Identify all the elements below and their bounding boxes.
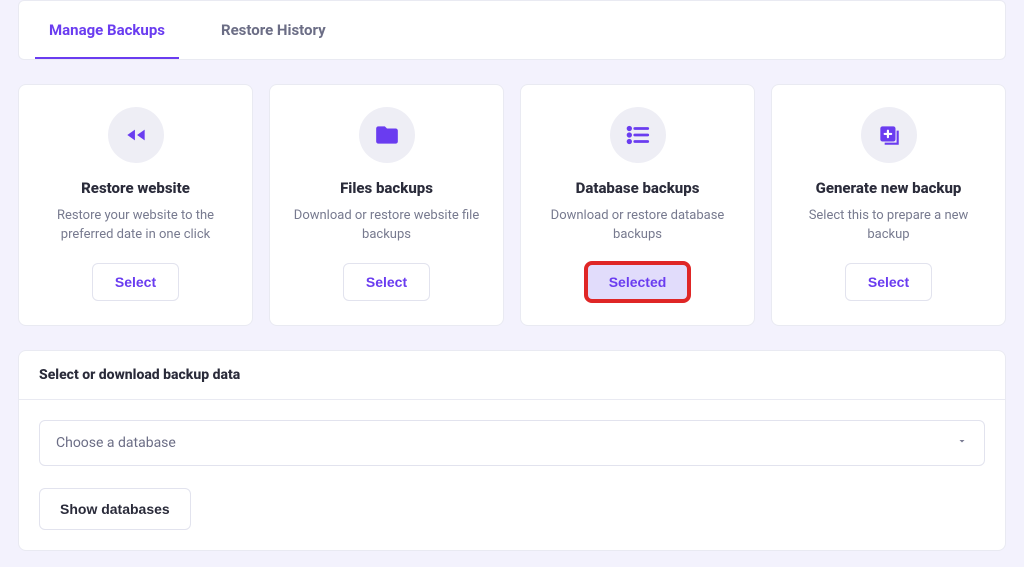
- button-label: Select: [366, 274, 407, 290]
- card-description: Select this to prepare a new backup: [790, 207, 987, 245]
- card-database-backups: Database backups Download or restore dat…: [520, 84, 755, 326]
- tab-restore-history[interactable]: Restore History: [207, 1, 340, 59]
- card-description: Download or restore database backups: [539, 207, 736, 245]
- database-select[interactable]: Choose a database: [39, 420, 985, 466]
- card-description: Restore your website to the preferred da…: [37, 207, 234, 245]
- tabs-container: Manage Backups Restore History: [18, 0, 1006, 60]
- chevron-down-icon: [956, 435, 968, 451]
- list-icon: [610, 107, 666, 163]
- panel-body: Choose a database Show databases: [19, 400, 1005, 550]
- backup-option-cards: Restore website Restore your website to …: [18, 84, 1006, 326]
- button-label: Show databases: [60, 501, 170, 517]
- folder-icon: [359, 107, 415, 163]
- tabs: Manage Backups Restore History: [19, 1, 1005, 59]
- show-databases-button[interactable]: Show databases: [39, 488, 191, 530]
- card-title: Database backups: [576, 179, 700, 197]
- backup-data-panel: Select or download backup data Choose a …: [18, 350, 1006, 551]
- select-button[interactable]: Select: [845, 263, 932, 301]
- tab-manage-backups[interactable]: Manage Backups: [35, 1, 179, 59]
- button-label: Selected: [609, 274, 667, 290]
- card-title: Files backups: [340, 179, 433, 197]
- select-button[interactable]: Select: [92, 263, 179, 301]
- button-label: Select: [868, 274, 909, 290]
- card-generate-new-backup: Generate new backup Select this to prepa…: [771, 84, 1006, 326]
- selected-button[interactable]: Selected: [586, 263, 690, 301]
- tab-label: Restore History: [221, 21, 326, 39]
- card-restore-website: Restore website Restore your website to …: [18, 84, 253, 326]
- card-description: Download or restore website file backups: [288, 207, 485, 245]
- card-title: Restore website: [81, 179, 190, 197]
- rewind-icon: [108, 107, 164, 163]
- button-label: Select: [115, 274, 156, 290]
- panel-header: Select or download backup data: [19, 351, 1005, 400]
- card-title: Generate new backup: [816, 179, 962, 197]
- select-placeholder: Choose a database: [56, 435, 176, 451]
- select-button[interactable]: Select: [343, 263, 430, 301]
- tab-label: Manage Backups: [49, 21, 165, 39]
- card-files-backups: Files backups Download or restore websit…: [269, 84, 504, 326]
- add-collection-icon: [861, 107, 917, 163]
